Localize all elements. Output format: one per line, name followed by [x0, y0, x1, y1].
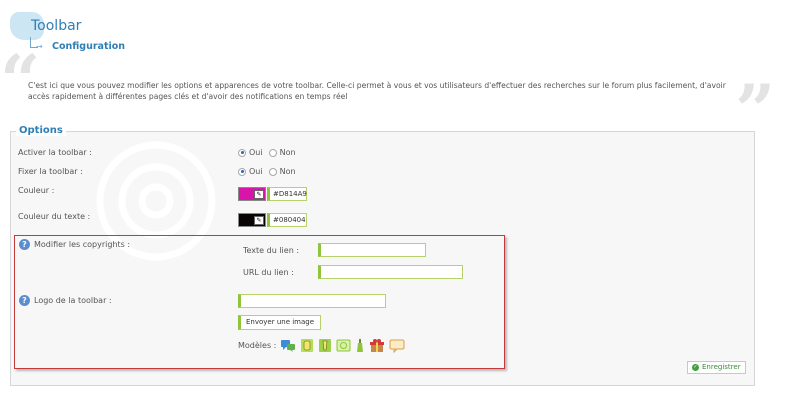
link-text-label: Texte du lien :: [243, 246, 300, 255]
copyrights-label: Modifier les copyrights :: [34, 240, 131, 249]
link-text-input[interactable]: [318, 243, 426, 257]
bottle-icon[interactable]: [355, 338, 365, 353]
text-color-label: Couleur du texte :: [18, 212, 91, 221]
logo-label: Logo de la toolbar :: [34, 296, 112, 305]
text-color-picker-icon: ✎: [254, 216, 264, 225]
text-color-swatch[interactable]: ✎: [238, 213, 266, 227]
activate-no-radio[interactable]: [268, 148, 277, 157]
fix-toolbar-radio-group: Oui Non: [238, 167, 296, 176]
fix-toolbar-label: Fixer la toolbar :: [18, 167, 83, 176]
activate-no-label: Non: [279, 148, 296, 157]
activate-toolbar-radio-group: Oui Non: [238, 148, 296, 157]
help-icon[interactable]: ?: [19, 295, 30, 306]
options-legend: Options: [16, 125, 66, 136]
green-document-icon[interactable]: [318, 338, 332, 353]
copyrights-row-label: ? Modifier les copyrights :: [19, 239, 130, 250]
fix-yes-radio[interactable]: [238, 167, 246, 176]
page-title: Toolbar: [31, 18, 82, 34]
green-jar-icon[interactable]: [300, 338, 314, 353]
link-url-label: URL du lien :: [243, 268, 294, 277]
upload-image-button[interactable]: Envoyer une image: [238, 315, 322, 330]
color-field[interactable]: #D814A9: [267, 187, 307, 201]
save-button-label: Enregistrer: [702, 363, 741, 371]
text-color-field[interactable]: #080404: [267, 213, 307, 227]
activate-yes-radio[interactable]: [238, 148, 246, 157]
fix-yes-label: Oui: [249, 167, 263, 176]
logo-row-label: ? Logo de la toolbar :: [19, 295, 112, 306]
color-picker-icon: ✎: [254, 190, 264, 199]
breadcrumb[interactable]: Configuration: [52, 41, 125, 52]
help-icon[interactable]: ?: [19, 239, 30, 250]
logo-models: Modèles :: [238, 338, 405, 353]
fix-no-label: Non: [279, 167, 296, 176]
gift-icon[interactable]: [369, 338, 385, 353]
models-label: Modèles :: [238, 341, 277, 350]
fix-no-radio[interactable]: [268, 167, 277, 176]
activate-yes-label: Oui: [249, 148, 263, 157]
logo-url-input[interactable]: [238, 294, 386, 308]
intro-text: C'est ici que vous pouvez modifier les o…: [28, 81, 726, 101]
chat-bubbles-icon[interactable]: [280, 339, 296, 353]
frame-icon[interactable]: [336, 338, 351, 353]
link-url-input[interactable]: [318, 265, 463, 279]
save-button[interactable]: ✓ Enregistrer: [687, 361, 746, 374]
check-icon: ✓: [692, 364, 699, 371]
color-swatch[interactable]: ✎: [238, 187, 266, 201]
activate-toolbar-label: Activer la toolbar :: [18, 148, 92, 157]
speech-balloon-icon[interactable]: [389, 339, 405, 353]
color-label: Couleur :: [18, 186, 55, 195]
